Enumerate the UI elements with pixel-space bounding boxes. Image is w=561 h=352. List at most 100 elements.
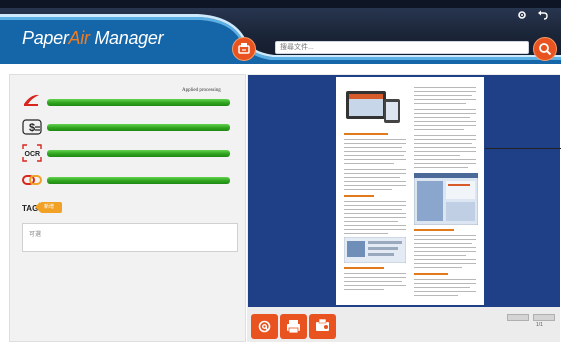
back-arrow-icon[interactable] [537, 9, 549, 21]
scan-button[interactable] [232, 37, 256, 61]
search-icon [539, 43, 552, 56]
doc-line [344, 185, 406, 186]
callout-line [485, 148, 561, 149]
email-button[interactable] [251, 314, 278, 339]
doc-line [414, 255, 466, 256]
doc-line [414, 243, 472, 244]
app-title-accent: Air [68, 28, 90, 48]
doc-line [414, 113, 476, 114]
app-title-part2: Manager [89, 28, 164, 48]
doc-line [344, 285, 406, 286]
doc-line [344, 289, 384, 290]
doc-line [344, 189, 392, 190]
gear-icon[interactable] [516, 10, 528, 20]
doc-line [414, 247, 476, 248]
doc-line [344, 163, 394, 164]
doc-line [414, 239, 476, 240]
prev-page-button[interactable] [507, 314, 529, 321]
doc-line [414, 95, 472, 96]
doc-line [414, 129, 464, 130]
progress-bar-dollar [47, 124, 230, 131]
doc-line [344, 139, 406, 140]
print-icon [287, 320, 300, 334]
progress-fill-dollar [47, 124, 230, 131]
fax-button[interactable] [309, 314, 336, 339]
doc-line [344, 181, 406, 182]
tag-input[interactable]: 可選 [22, 223, 238, 252]
doc-heading [344, 267, 384, 269]
doc-line [344, 159, 406, 160]
progress-bar-ocr [47, 150, 230, 157]
doc-line [414, 139, 476, 140]
dollar-icon: $ [22, 118, 42, 136]
progress-fill-ocr [47, 150, 230, 157]
doc-line [414, 163, 476, 164]
document-preview [248, 75, 561, 307]
pdf-icon [22, 92, 42, 110]
doc-line [414, 291, 476, 292]
doc-line [344, 277, 406, 278]
doc-line [344, 147, 402, 148]
doc-line [344, 233, 388, 234]
progress-fill-pdf [47, 99, 230, 106]
doc-line [344, 205, 406, 206]
search-button[interactable] [533, 37, 557, 61]
doc-line [344, 273, 406, 274]
doc-line [414, 151, 476, 152]
doc-line [414, 279, 476, 280]
doc-line [414, 295, 458, 296]
progress-fill-link [47, 177, 230, 184]
tag-add-button[interactable]: 新增 [35, 202, 62, 213]
next-page-button[interactable] [533, 314, 555, 321]
doc-line [414, 109, 476, 110]
doc-line [414, 287, 470, 288]
doc-line [414, 155, 460, 156]
doc-line [414, 263, 476, 264]
doc-heading [414, 273, 448, 275]
doc-line [414, 167, 468, 168]
doc-line [414, 159, 476, 160]
page-illustration-software [414, 173, 478, 225]
doc-line [414, 103, 466, 104]
doc-line [344, 177, 400, 178]
doc-line [344, 201, 406, 202]
doc-line [344, 213, 406, 214]
ocr-icon-text: OCR [25, 151, 41, 158]
preview-panel: 1/1 [247, 74, 561, 342]
tag-add-text: 新增 [44, 204, 55, 210]
doc-line [414, 259, 476, 260]
link-icon [22, 171, 42, 189]
fax-icon [316, 318, 329, 331]
page-illustration-devices [346, 91, 400, 123]
doc-heading [414, 229, 454, 231]
progress-bar-link [47, 177, 230, 184]
page-illustration-screenshot [344, 237, 406, 263]
doc-line [414, 117, 470, 118]
doc-line [344, 169, 406, 170]
doc-line [414, 235, 476, 236]
doc-line [414, 87, 476, 88]
doc-line [414, 121, 476, 122]
search-input[interactable] [275, 41, 529, 54]
doc-line [344, 229, 406, 230]
doc-line [344, 143, 406, 144]
doc-line [414, 251, 476, 252]
doc-line [414, 143, 472, 144]
ocr-icon: OCR [22, 144, 42, 162]
doc-line [414, 135, 476, 136]
email-icon [258, 320, 271, 333]
doc-line [344, 209, 402, 210]
doc-line [414, 267, 462, 268]
doc-line [414, 91, 476, 92]
processing-panel: Applied processing $ OCR TAG 新增 可選 [9, 74, 246, 342]
doc-line [344, 221, 398, 222]
doc-heading [344, 195, 374, 197]
status-label: Applied processing [182, 88, 221, 93]
app-header: PaperAir Manager [0, 0, 561, 64]
scan-icon [238, 43, 250, 54]
progress-bar-pdf [47, 99, 230, 106]
doc-line [414, 125, 476, 126]
doc-line [414, 147, 476, 148]
doc-line [344, 155, 404, 156]
print-button[interactable] [280, 314, 307, 339]
